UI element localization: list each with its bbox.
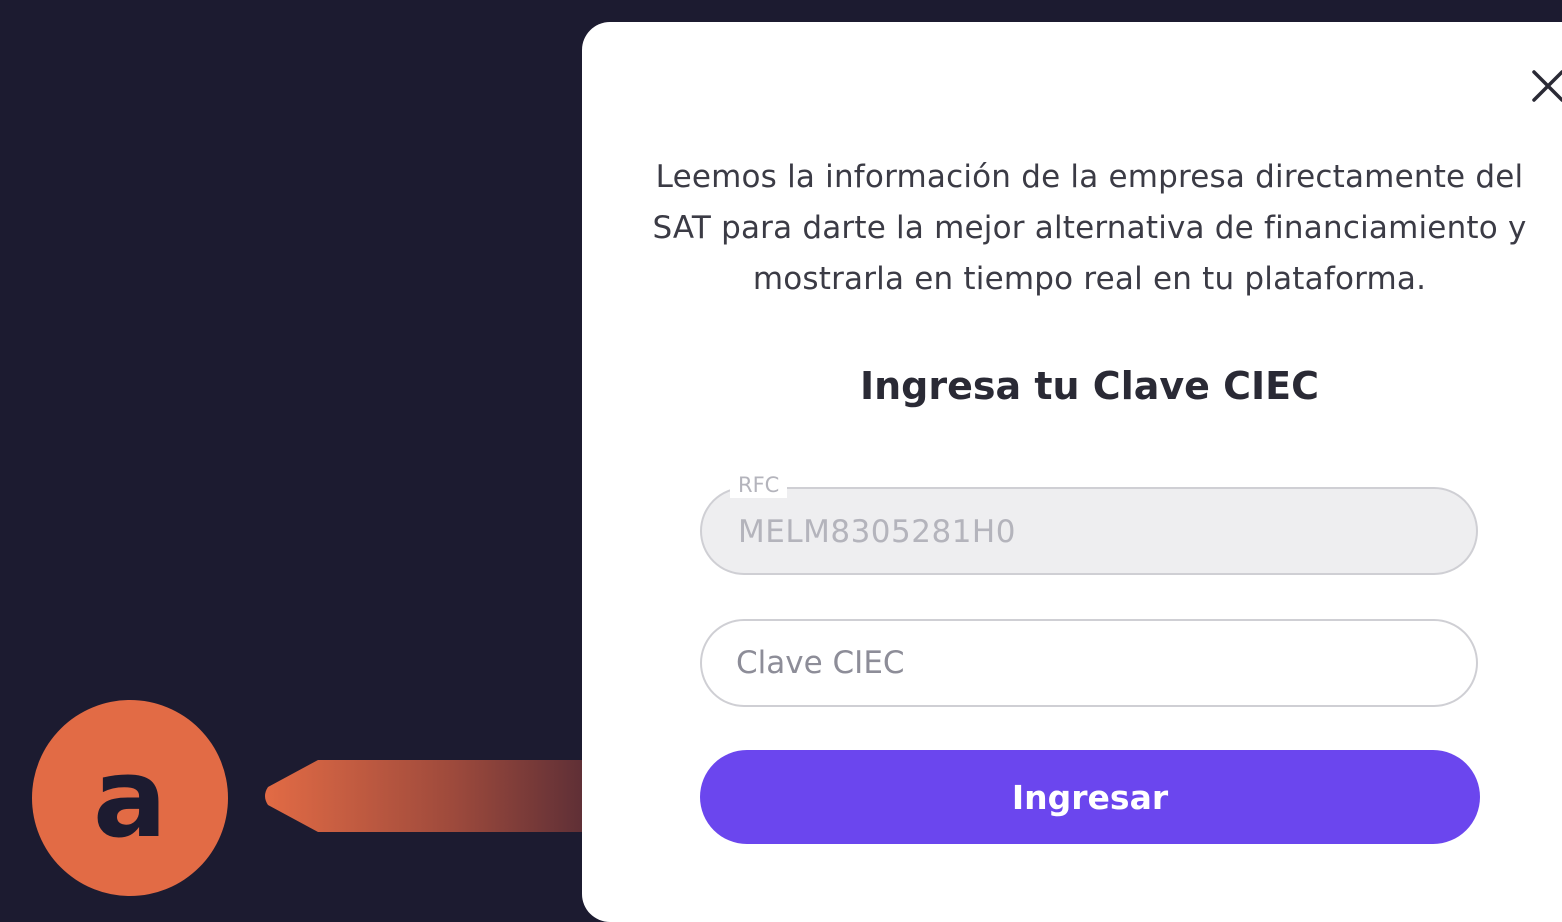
- annotation-badge: a: [32, 700, 228, 896]
- intro-text: Leemos la información de la empresa dire…: [612, 152, 1562, 305]
- submit-button[interactable]: Ingresar: [700, 750, 1480, 844]
- intro-line: SAT para darte la mejor alternativa de f…: [652, 210, 1527, 246]
- rfc-field-label: RFC: [730, 472, 788, 498]
- ciec-field: [700, 619, 1478, 707]
- rfc-field-value: MELM8305281H0: [738, 514, 1016, 550]
- ciec-modal: Leemos la información de la empresa dire…: [582, 22, 1562, 922]
- modal-heading: Ingresa tu Clave CIEC: [859, 364, 1320, 408]
- rfc-field: RFC MELM8305281H0: [700, 472, 1478, 575]
- intro-line: Leemos la información de la empresa dire…: [655, 159, 1524, 195]
- close-icon[interactable]: [1528, 66, 1562, 106]
- intro-line: mostrarla en tiempo real en tu plataform…: [752, 261, 1427, 297]
- ciec-input[interactable]: [736, 635, 1436, 691]
- annotation-badge-letter: a: [92, 734, 168, 862]
